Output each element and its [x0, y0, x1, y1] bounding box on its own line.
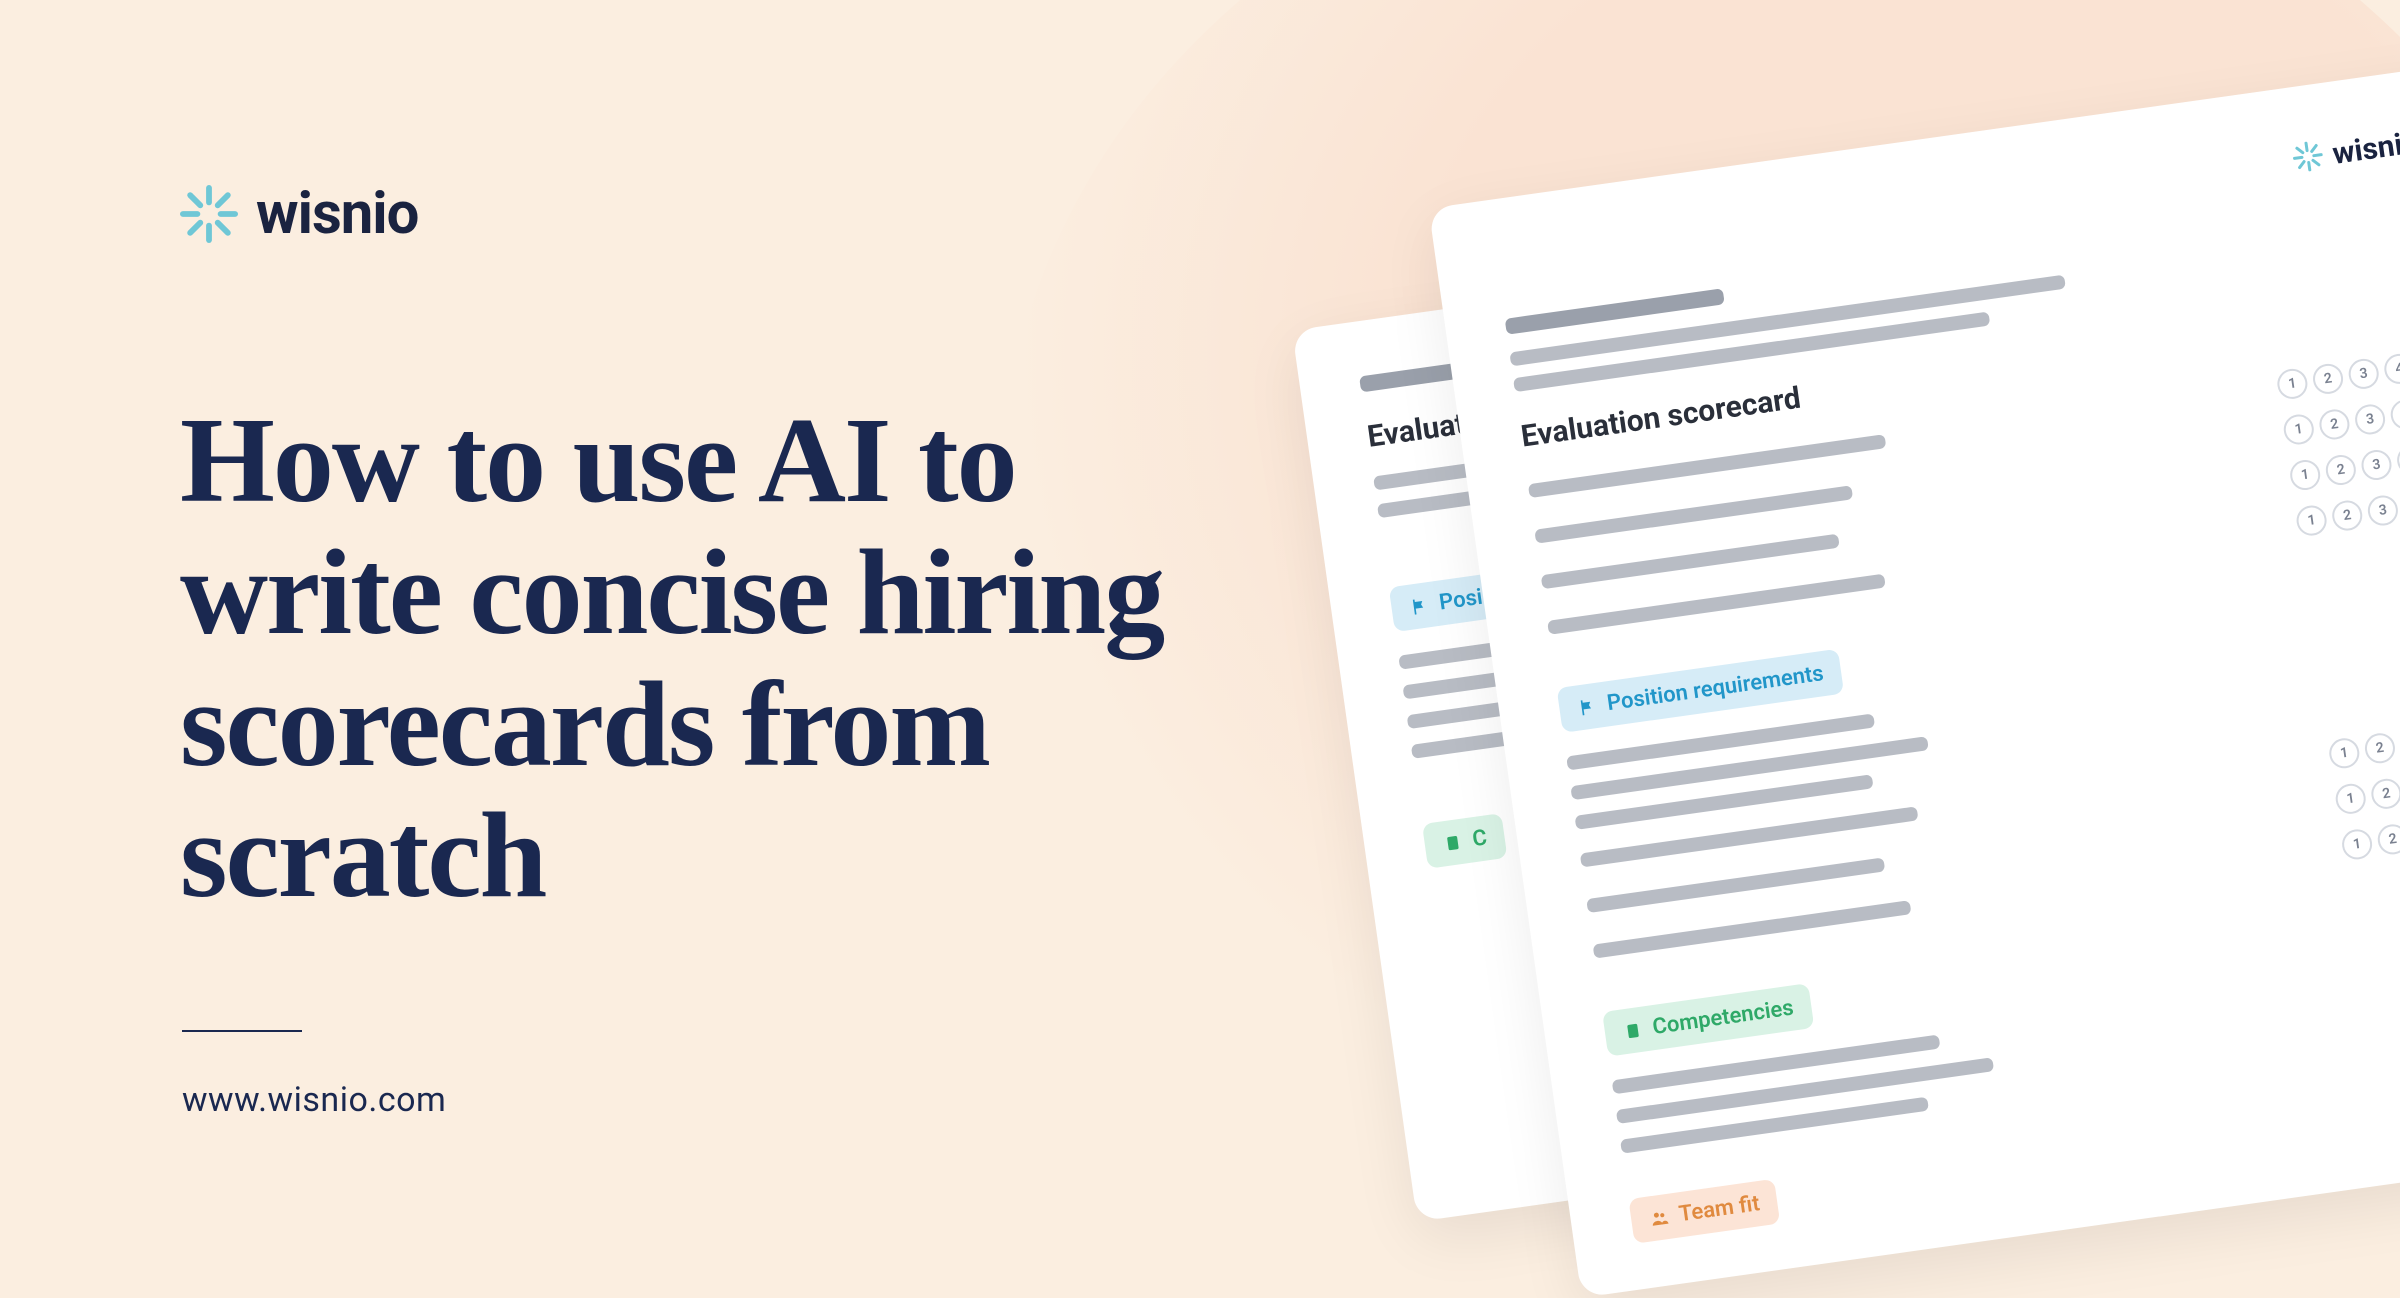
score-pip[interactable]: 2	[2311, 362, 2345, 396]
score-pip[interactable]: 1	[2295, 504, 2329, 538]
section-lines	[1612, 951, 2400, 1154]
score-pip[interactable]: 4	[2382, 352, 2400, 386]
page-title: How to use AI to write concise hiring sc…	[180, 395, 1280, 922]
score-pips: 1 2 3 4 5	[2327, 716, 2400, 770]
score-pip[interactable]: 1	[2327, 736, 2361, 770]
score-pip[interactable]: 2	[2376, 822, 2400, 856]
chip-label: Position requirements	[1606, 661, 1826, 716]
score-pips: 1 2 3 4 5	[2334, 762, 2400, 816]
score-pip[interactable]: 3	[2347, 357, 2381, 391]
score-pip[interactable]: 2	[2324, 453, 2358, 487]
chip-label: Competencies	[1651, 996, 1795, 1041]
chip-label: Posi	[1438, 585, 1485, 616]
chip-label: C	[1471, 825, 1489, 852]
scorecard-mock-front: wisnio Evaluation scorecard 1 2 3 4 5 1 …	[1429, 62, 2400, 1297]
score-pip[interactable]: 1	[2340, 827, 2374, 861]
score-pip[interactable]: 1	[2275, 367, 2309, 401]
score-pip[interactable]: 4	[2389, 397, 2400, 431]
score-pip[interactable]: 3	[2366, 494, 2400, 528]
score-pips: 1 2 3 4 5	[2275, 347, 2400, 401]
score-pips: 1 2 3 4 5	[2295, 484, 2400, 538]
score-pip[interactable]: 2	[2363, 731, 2397, 765]
clipboard-icon	[1442, 831, 1465, 854]
divider	[182, 1030, 302, 1032]
brand-name: wisnio	[2330, 125, 2400, 172]
brand-logo: wisnio	[180, 180, 418, 248]
section-chip-teamfit: Team fit	[1628, 1179, 1780, 1244]
score-pip[interactable]: 4	[2395, 443, 2400, 477]
score-pip[interactable]: 3	[2360, 448, 2394, 482]
score-pip[interactable]: 2	[2330, 499, 2364, 533]
score-pip[interactable]: 3	[2353, 402, 2387, 436]
score-pip[interactable]: 1	[2334, 782, 2368, 816]
section-chip-competencies: Competencies	[1602, 983, 1814, 1057]
score-pips: 1 2 3 4 5	[2282, 392, 2400, 446]
chip-label: Team fit	[1677, 1191, 1761, 1227]
clipboard-icon	[1622, 1019, 1645, 1042]
flag-icon	[1576, 695, 1599, 718]
brand-name: wisnio	[256, 180, 418, 248]
logo-mark-icon	[180, 185, 238, 243]
score-pips: 1 2 3 4 5	[2340, 807, 2400, 861]
section-chip-competencies: C	[1422, 813, 1508, 869]
score-pip[interactable]: 2	[2318, 408, 2352, 442]
score-pips: 1 2 3 4 5	[2288, 438, 2400, 492]
section-chip-position: Position requirements	[1557, 649, 1845, 733]
footer-url: www.wisnio.com	[182, 1080, 446, 1120]
score-pip[interactable]: 1	[2282, 413, 2316, 447]
people-icon	[1648, 1206, 1671, 1229]
logo-mark-icon	[2291, 139, 2325, 177]
flag-icon	[1408, 595, 1431, 618]
score-pip[interactable]: 1	[2288, 458, 2322, 492]
score-pip[interactable]: 2	[2369, 777, 2400, 811]
